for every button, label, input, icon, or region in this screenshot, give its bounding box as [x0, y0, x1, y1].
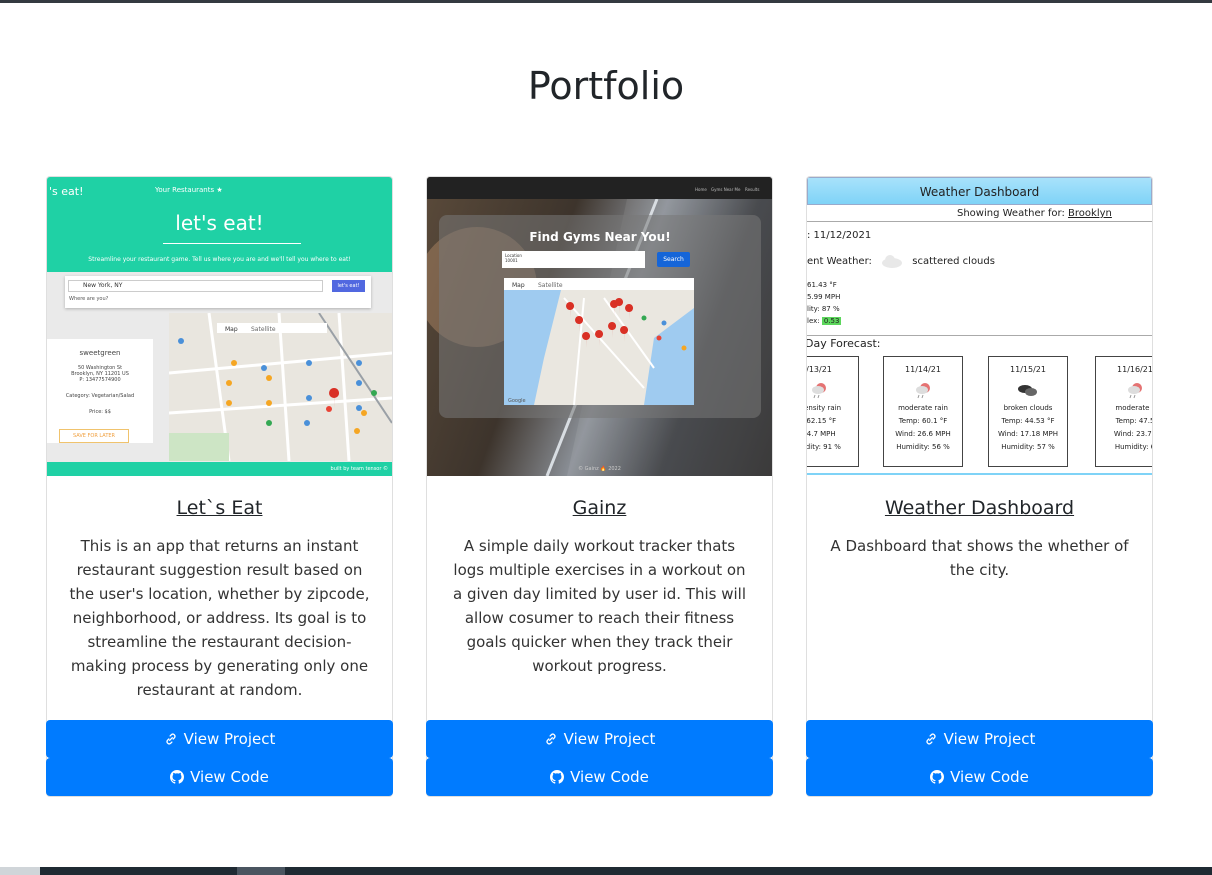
- forecast-label: Day Forecast:: [807, 337, 881, 350]
- card-title[interactable]: Let`s Eat: [47, 497, 392, 519]
- screenshot-header: Weather Dashboard: [807, 177, 1152, 205]
- view-code-button[interactable]: View Code: [46, 758, 393, 796]
- view-project-label: View Project: [183, 730, 276, 748]
- project-card-gainz: Home Gyms Near Me Results Find Gyms Near…: [426, 176, 773, 797]
- view-project-button[interactable]: View Project: [426, 720, 773, 758]
- view-project-button[interactable]: View Project: [46, 720, 393, 758]
- project-card-lets-eat: 's eat! Your Restaurants ★ let's eat! St…: [46, 176, 393, 797]
- forecast-day: 11/16/21 moderate r Temp: 47.5 Wind: 23.…: [1095, 356, 1152, 467]
- screenshot-where-label: Where are you?: [69, 296, 109, 302]
- card-description: A simple daily workout tracker thats log…: [453, 537, 746, 675]
- map-image: Map Satellite: [169, 313, 392, 461]
- view-code-button[interactable]: View Code: [426, 758, 773, 796]
- screenshot-showing: Showing Weather for: Brooklyn: [957, 208, 1112, 219]
- svg-text:Satellite: Satellite: [251, 326, 276, 333]
- forecast-day: /13/21 ntensity rain : 62.15 °F 24.7 MPH…: [807, 356, 859, 467]
- svg-text:Satellite: Satellite: [538, 282, 563, 289]
- screenshot-nav: Home Gyms Near Me Results: [427, 177, 772, 199]
- github-icon: [550, 770, 565, 784]
- link-icon: [926, 733, 936, 745]
- card-title[interactable]: Gainz: [427, 497, 772, 519]
- view-code-label: View Code: [950, 768, 1029, 786]
- screenshot-input: New York, NY: [68, 280, 323, 292]
- link-icon: [546, 733, 556, 745]
- view-project-label: View Project: [563, 730, 656, 748]
- project-card-weather-dashboard: Weather Dashboard Showing Weather for: B…: [806, 176, 1153, 797]
- view-code-button[interactable]: View Code: [806, 758, 1153, 796]
- screenshot-subtitle: Streamline your restaurant game. Tell us…: [88, 256, 351, 263]
- save-for-later-label: SAVE FOR LATER: [59, 429, 129, 443]
- restaurant-card: sweetgreen 50 Washington St Brooklyn, NY…: [47, 339, 153, 443]
- view-project-label: View Project: [943, 730, 1036, 748]
- map-image: Map Satellite Google: [504, 278, 694, 405]
- view-code-label: View Code: [190, 768, 269, 786]
- card-title[interactable]: Weather Dashboard: [807, 497, 1152, 519]
- card-description: A Dashboard that shows the whether of th…: [830, 537, 1129, 579]
- screenshot-nav: Your Restaurants ★: [155, 186, 223, 194]
- forecast-day: 11/14/21 moderate rain Temp: 60.1 °F Win…: [883, 356, 963, 467]
- screenshot-heading: let's eat!: [175, 211, 264, 235]
- search-button: Search: [657, 252, 690, 267]
- current-weather: ent Weather: scattered clouds: [807, 255, 995, 268]
- screenshot-logo: 's eat!: [49, 185, 84, 198]
- panel-title: Find Gyms Near You!: [529, 230, 671, 244]
- github-icon: [930, 770, 945, 784]
- svg-text:Map: Map: [225, 326, 238, 333]
- page-title: Portfolio: [527, 64, 685, 108]
- svg-text:Map: Map: [512, 282, 525, 289]
- location-input: Location 10001: [502, 251, 645, 268]
- footer-bar: [0, 867, 1212, 875]
- screenshot-copyright: © Gainz 🔥 2022: [578, 466, 621, 472]
- view-code-label: View Code: [570, 768, 649, 786]
- project-screenshot: 's eat! Your Restaurants ★ let's eat! St…: [47, 177, 392, 476]
- screenshot-footer: built by team tensor ©: [47, 462, 392, 476]
- screenshot-button: let's eat!: [332, 280, 365, 292]
- card-description: This is an app that returns an instant r…: [69, 537, 370, 699]
- project-screenshot: Weather Dashboard Showing Weather for: B…: [807, 177, 1152, 476]
- github-icon: [170, 770, 185, 784]
- current-date: : 11/12/2021: [807, 230, 872, 241]
- forecast-day: 11/15/21 broken clouds Temp: 44.53 °F Wi…: [988, 356, 1068, 467]
- project-screenshot: Home Gyms Near Me Results Find Gyms Near…: [427, 177, 772, 476]
- top-border: [0, 0, 1212, 3]
- search-panel: Find Gyms Near You! Location 10001 Searc…: [439, 215, 761, 418]
- view-project-button[interactable]: View Project: [806, 720, 1153, 758]
- current-details: 61.43 °F 5.99 MPH lity: 87 % lex: 0.53: [807, 281, 842, 325]
- svg-text:Google: Google: [508, 398, 526, 404]
- link-icon: [166, 733, 176, 745]
